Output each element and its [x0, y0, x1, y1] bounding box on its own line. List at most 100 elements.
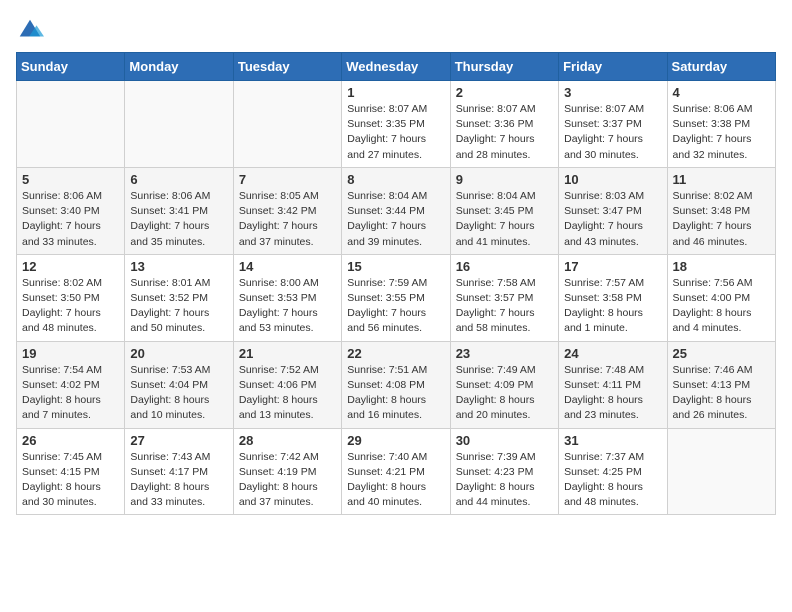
day-number: 26: [22, 433, 119, 448]
day-info: Sunrise: 7:53 AM Sunset: 4:04 PM Dayligh…: [130, 363, 227, 424]
day-number: 15: [347, 259, 444, 274]
day-number: 20: [130, 346, 227, 361]
weekday-header: Tuesday: [233, 53, 341, 81]
calendar-cell: 20 Sunrise: 7:53 AM Sunset: 4:04 PM Dayli…: [125, 341, 233, 428]
day-number: 9: [456, 172, 553, 187]
calendar-cell: 25 Sunrise: 7:46 AM Sunset: 4:13 PM Dayli…: [667, 341, 775, 428]
calendar-cell: 23 Sunrise: 7:49 AM Sunset: 4:09 PM Dayli…: [450, 341, 558, 428]
day-number: 4: [673, 85, 770, 100]
calendar-cell: 8 Sunrise: 8:04 AM Sunset: 3:44 PM Daylig…: [342, 167, 450, 254]
day-info: Sunrise: 7:43 AM Sunset: 4:17 PM Dayligh…: [130, 450, 227, 511]
day-info: Sunrise: 8:07 AM Sunset: 3:35 PM Dayligh…: [347, 102, 444, 163]
calendar-cell: [125, 81, 233, 168]
day-number: 24: [564, 346, 661, 361]
calendar-cell: 14Sunrise: 8:00 AM Sunset: 3:53 PM Dayli…: [233, 254, 341, 341]
weekday-header: Thursday: [450, 53, 558, 81]
calendar-cell: 2Sunrise: 8:07 AM Sunset: 3:36 PM Daylig…: [450, 81, 558, 168]
day-number: 7: [239, 172, 336, 187]
day-info: Sunrise: 8:01 AM Sunset: 3:52 PM Dayligh…: [130, 276, 227, 337]
day-info: Sunrise: 7:42 AM Sunset: 4:19 PM Dayligh…: [239, 450, 336, 511]
day-info: Sunrise: 7:56 AM Sunset: 4:00 PM Dayligh…: [673, 276, 770, 337]
calendar-cell: [667, 428, 775, 515]
day-info: Sunrise: 7:48 AM Sunset: 4:11 PM Dayligh…: [564, 363, 661, 424]
day-number: 22: [347, 346, 444, 361]
day-info: Sunrise: 7:54 AM Sunset: 4:02 PM Dayligh…: [22, 363, 119, 424]
calendar-cell: 27 Sunrise: 7:43 AM Sunset: 4:17 PM Dayli…: [125, 428, 233, 515]
calendar-cell: 5 Sunrise: 8:06 AM Sunset: 3:40 PM Daylig…: [17, 167, 125, 254]
day-info: Sunrise: 7:57 AM Sunset: 3:58 PM Dayligh…: [564, 276, 661, 337]
day-info: Sunrise: 8:06 AM Sunset: 3:41 PM Dayligh…: [130, 189, 227, 250]
weekday-header: Wednesday: [342, 53, 450, 81]
day-info: Sunrise: 8:02 AM Sunset: 3:50 PM Dayligh…: [22, 276, 119, 337]
day-info: Sunrise: 8:02 AM Sunset: 3:48 PM Dayligh…: [673, 189, 770, 250]
calendar-cell: 21Sunrise: 7:52 AM Sunset: 4:06 PM Dayli…: [233, 341, 341, 428]
calendar-week-row: 5 Sunrise: 8:06 AM Sunset: 3:40 PM Daylig…: [17, 167, 776, 254]
calendar-week-row: 1 Sunrise: 8:07 AM Sunset: 3:35 PM Daylig…: [17, 81, 776, 168]
day-number: 28: [239, 433, 336, 448]
day-info: Sunrise: 8:05 AM Sunset: 3:42 PM Dayligh…: [239, 189, 336, 250]
day-info: Sunrise: 7:45 AM Sunset: 4:15 PM Dayligh…: [22, 450, 119, 511]
day-number: 13: [130, 259, 227, 274]
day-number: 3: [564, 85, 661, 100]
calendar-cell: 28 Sunrise: 7:42 AM Sunset: 4:19 PM Dayli…: [233, 428, 341, 515]
day-number: 2: [456, 85, 553, 100]
calendar-cell: [17, 81, 125, 168]
calendar-cell: 24 Sunrise: 7:48 AM Sunset: 4:11 PM Dayli…: [559, 341, 667, 428]
calendar-cell: 16 Sunrise: 7:58 AM Sunset: 3:57 PM Dayli…: [450, 254, 558, 341]
day-info: Sunrise: 8:00 AM Sunset: 3:53 PM Dayligh…: [239, 276, 336, 337]
calendar-cell: 30 Sunrise: 7:39 AM Sunset: 4:23 PM Dayli…: [450, 428, 558, 515]
day-number: 21: [239, 346, 336, 361]
day-info: Sunrise: 7:46 AM Sunset: 4:13 PM Dayligh…: [673, 363, 770, 424]
calendar-week-row: 26 Sunrise: 7:45 AM Sunset: 4:15 PM Dayli…: [17, 428, 776, 515]
day-number: 17: [564, 259, 661, 274]
day-info: Sunrise: 8:04 AM Sunset: 3:44 PM Dayligh…: [347, 189, 444, 250]
calendar-cell: 17 Sunrise: 7:57 AM Sunset: 3:58 PM Dayli…: [559, 254, 667, 341]
day-info: Sunrise: 7:51 AM Sunset: 4:08 PM Dayligh…: [347, 363, 444, 424]
day-number: 16: [456, 259, 553, 274]
calendar-table: SundayMondayTuesdayWednesdayThursdayFrid…: [16, 52, 776, 515]
calendar-cell: 6 Sunrise: 8:06 AM Sunset: 3:41 PM Daylig…: [125, 167, 233, 254]
day-number: 29: [347, 433, 444, 448]
day-info: Sunrise: 8:06 AM Sunset: 3:40 PM Dayligh…: [22, 189, 119, 250]
day-number: 19: [22, 346, 119, 361]
weekday-header-row: SundayMondayTuesdayWednesdayThursdayFrid…: [17, 53, 776, 81]
day-number: 30: [456, 433, 553, 448]
day-info: Sunrise: 7:49 AM Sunset: 4:09 PM Dayligh…: [456, 363, 553, 424]
calendar-cell: 10Sunrise: 8:03 AM Sunset: 3:47 PM Dayli…: [559, 167, 667, 254]
day-info: Sunrise: 7:39 AM Sunset: 4:23 PM Dayligh…: [456, 450, 553, 511]
day-info: Sunrise: 7:58 AM Sunset: 3:57 PM Dayligh…: [456, 276, 553, 337]
calendar-cell: 31 Sunrise: 7:37 AM Sunset: 4:25 PM Dayli…: [559, 428, 667, 515]
calendar-cell: 11Sunrise: 8:02 AM Sunset: 3:48 PM Dayli…: [667, 167, 775, 254]
day-number: 31: [564, 433, 661, 448]
weekday-header: Sunday: [17, 53, 125, 81]
calendar-cell: 22 Sunrise: 7:51 AM Sunset: 4:08 PM Dayli…: [342, 341, 450, 428]
day-number: 23: [456, 346, 553, 361]
day-number: 27: [130, 433, 227, 448]
logo-icon: [16, 16, 44, 44]
calendar-cell: 15 Sunrise: 7:59 AM Sunset: 3:55 PM Dayli…: [342, 254, 450, 341]
day-number: 10: [564, 172, 661, 187]
day-number: 1: [347, 85, 444, 100]
day-info: Sunrise: 8:07 AM Sunset: 3:37 PM Dayligh…: [564, 102, 661, 163]
calendar-cell: 12 Sunrise: 8:02 AM Sunset: 3:50 PM Dayli…: [17, 254, 125, 341]
calendar-cell: 4 Sunrise: 8:06 AM Sunset: 3:38 PM Daylig…: [667, 81, 775, 168]
calendar-cell: 19 Sunrise: 7:54 AM Sunset: 4:02 PM Dayli…: [17, 341, 125, 428]
day-info: Sunrise: 7:37 AM Sunset: 4:25 PM Dayligh…: [564, 450, 661, 511]
calendar-cell: 3 Sunrise: 8:07 AM Sunset: 3:37 PM Daylig…: [559, 81, 667, 168]
calendar-cell: [233, 81, 341, 168]
day-number: 8: [347, 172, 444, 187]
day-number: 18: [673, 259, 770, 274]
day-number: 12: [22, 259, 119, 274]
logo: [16, 16, 44, 44]
day-info: Sunrise: 8:04 AM Sunset: 3:45 PM Dayligh…: [456, 189, 553, 250]
calendar-cell: 29Sunrise: 7:40 AM Sunset: 4:21 PM Dayli…: [342, 428, 450, 515]
day-number: 25: [673, 346, 770, 361]
day-number: 6: [130, 172, 227, 187]
page-header: [16, 16, 776, 44]
day-info: Sunrise: 8:06 AM Sunset: 3:38 PM Dayligh…: [673, 102, 770, 163]
day-number: 5: [22, 172, 119, 187]
calendar-cell: 1 Sunrise: 8:07 AM Sunset: 3:35 PM Daylig…: [342, 81, 450, 168]
day-info: Sunrise: 7:59 AM Sunset: 3:55 PM Dayligh…: [347, 276, 444, 337]
calendar-week-row: 19 Sunrise: 7:54 AM Sunset: 4:02 PM Dayli…: [17, 341, 776, 428]
calendar-cell: 26 Sunrise: 7:45 AM Sunset: 4:15 PM Dayli…: [17, 428, 125, 515]
